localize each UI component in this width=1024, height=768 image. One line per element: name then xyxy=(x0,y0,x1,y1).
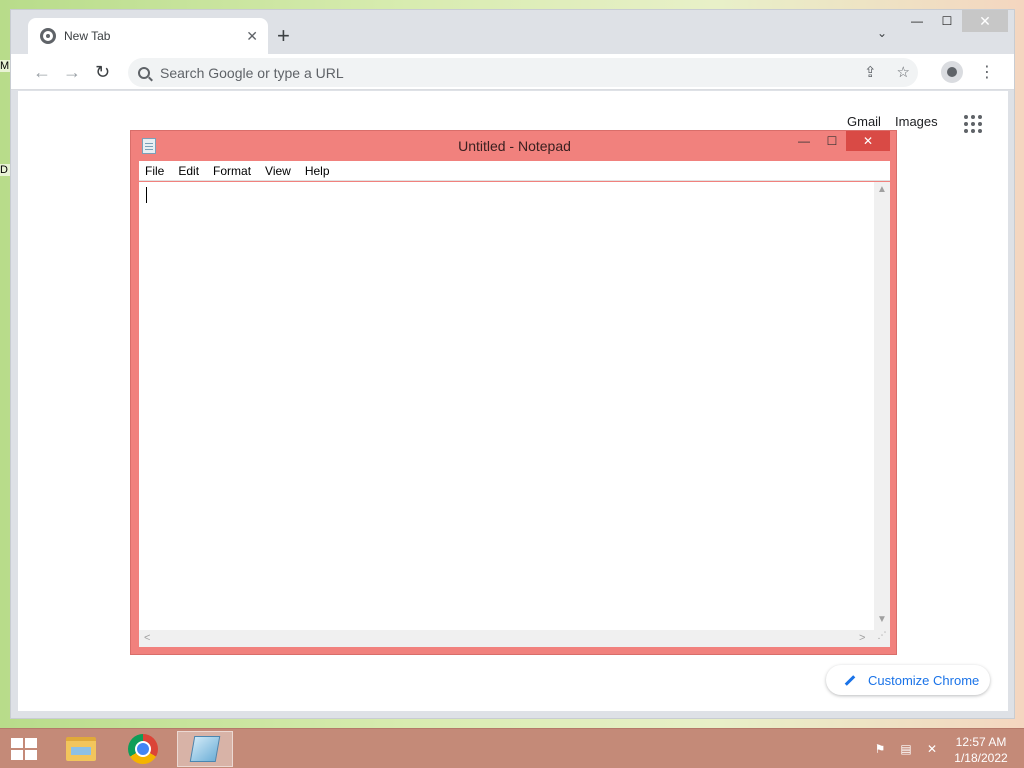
network-icon[interactable]: ▤ xyxy=(898,741,914,757)
chrome-window-controls: — ☐ ✕ xyxy=(902,10,1008,32)
notepad-title: Untitled - Notepad xyxy=(458,138,571,154)
notepad-menubar: File Edit Format View Help xyxy=(139,161,890,181)
pencil-icon xyxy=(844,674,856,686)
notepad-titlebar[interactable]: Untitled - Notepad — ☐ ✕ xyxy=(131,131,896,161)
scroll-left-icon[interactable]: < xyxy=(144,632,150,644)
tab-close-icon[interactable]: ✕ xyxy=(246,28,258,45)
menu-view[interactable]: View xyxy=(265,164,291,178)
chrome-menu-button[interactable]: ⋮ xyxy=(979,62,995,82)
taskbar-chrome[interactable] xyxy=(115,731,171,767)
notepad-window: Untitled - Notepad — ☐ ✕ File Edit Forma… xyxy=(130,130,897,655)
minimize-button[interactable]: — xyxy=(902,10,932,32)
horizontal-scrollbar[interactable]: < > xyxy=(139,630,874,647)
action-center-flag-icon[interactable]: ⚑ xyxy=(872,741,888,757)
share-icon[interactable]: ⇪ xyxy=(864,63,877,81)
chrome-toolbar: ← → ↻ ⇪ ☆ ⋮ xyxy=(11,54,1014,90)
taskbar-notepad[interactable] xyxy=(177,731,233,767)
menu-format[interactable]: Format xyxy=(213,164,251,178)
tab-title: New Tab xyxy=(64,29,111,43)
notepad-maximize-button[interactable]: ☐ xyxy=(818,131,846,151)
chrome-favicon-icon xyxy=(40,28,56,44)
bookmark-star-icon[interactable]: ☆ xyxy=(897,63,910,81)
notepad-minimize-button[interactable]: — xyxy=(790,131,818,151)
profile-avatar-button[interactable] xyxy=(941,61,963,83)
customize-chrome-button[interactable]: Customize Chrome xyxy=(826,665,990,695)
taskbar: ⚑ ▤ ✕ 12:57 AM 1/18/2022 xyxy=(0,728,1024,768)
search-icon xyxy=(138,66,150,79)
menu-help[interactable]: Help xyxy=(305,164,330,178)
customize-chrome-label: Customize Chrome xyxy=(868,672,980,688)
resize-grip-icon[interactable]: ⋰ xyxy=(874,630,890,647)
back-button[interactable]: ← xyxy=(33,61,51,83)
vertical-scrollbar[interactable]: ▲ ▼ xyxy=(874,182,890,630)
scroll-right-icon[interactable]: > xyxy=(859,632,865,644)
profile-icon xyxy=(947,67,957,77)
menu-edit[interactable]: Edit xyxy=(178,164,199,178)
menu-file[interactable]: File xyxy=(145,164,164,178)
google-apps-grid-icon[interactable] xyxy=(964,115,982,133)
new-tab-button[interactable]: + xyxy=(277,25,290,47)
tab-new-tab[interactable]: New Tab ✕ xyxy=(28,18,268,54)
scroll-down-icon[interactable]: ▼ xyxy=(874,614,890,625)
notepad-edit-area: ▲ ▼ < > ⋰ xyxy=(139,182,890,647)
address-bar-input[interactable] xyxy=(160,64,840,81)
clock-date: 1/18/2022 xyxy=(954,751,1008,765)
tab-strip: New Tab ✕ + ⌄ — ☐ ✕ xyxy=(11,10,1014,54)
folder-icon xyxy=(66,737,96,761)
reload-button[interactable]: ↻ xyxy=(95,61,110,83)
clock-time: 12:57 AM xyxy=(955,735,1007,749)
text-caret xyxy=(146,187,147,203)
omnibox-actions: ⇪ ☆ xyxy=(864,63,910,81)
images-link[interactable]: Images xyxy=(895,114,938,129)
notepad-close-button[interactable]: ✕ xyxy=(846,131,890,151)
notepad-icon xyxy=(189,736,221,762)
system-tray: ⚑ ▤ ✕ xyxy=(872,741,940,757)
tab-search-chevron-icon[interactable]: ⌄ xyxy=(877,26,887,40)
start-button[interactable] xyxy=(0,729,48,768)
windows-logo-icon xyxy=(11,738,37,760)
volume-muted-icon[interactable]: ✕ xyxy=(924,741,940,757)
close-button[interactable]: ✕ xyxy=(962,10,1008,32)
scroll-up-icon[interactable]: ▲ xyxy=(874,184,890,195)
taskbar-file-explorer[interactable] xyxy=(53,731,109,767)
maximize-button[interactable]: ☐ xyxy=(932,10,962,32)
taskbar-clock[interactable]: 12:57 AM 1/18/2022 xyxy=(950,734,1012,766)
omnibox[interactable]: ⇪ ☆ xyxy=(128,58,918,87)
forward-button[interactable]: → xyxy=(63,61,81,83)
notepad-window-controls: — ☐ ✕ xyxy=(790,131,890,151)
chrome-icon xyxy=(128,734,158,764)
gmail-link[interactable]: Gmail xyxy=(847,114,881,129)
notepad-text-area[interactable] xyxy=(139,182,874,630)
